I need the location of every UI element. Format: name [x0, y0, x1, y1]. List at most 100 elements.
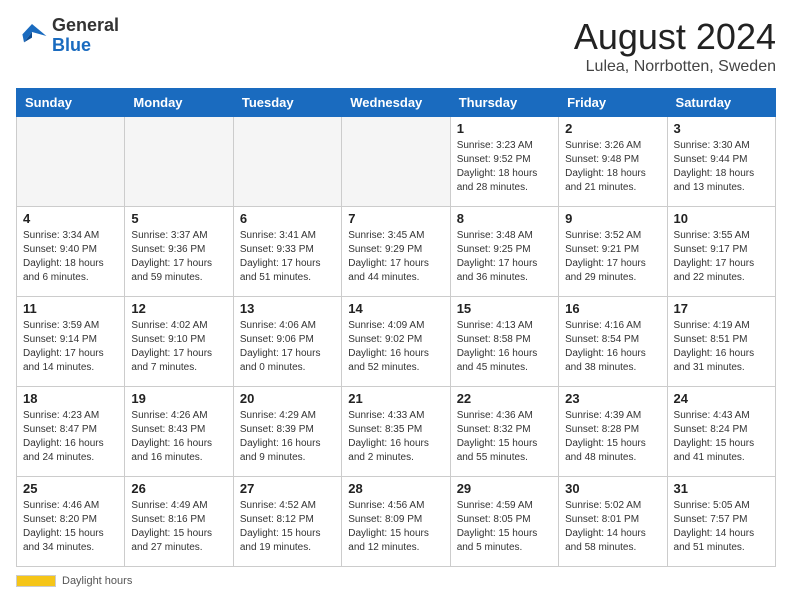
calendar-cell: 16Sunrise: 4:16 AM Sunset: 8:54 PM Dayli…	[559, 297, 667, 387]
calendar-cell: 17 Sunrise: 4:19 AM Sunset: 8:51 PM Dayli…	[667, 297, 775, 387]
header: General Blue August 2024 Lulea, Norrbott…	[16, 16, 776, 76]
day-number: 22	[457, 391, 552, 406]
calendar-cell: 21 Sunrise: 4:33 AM Sunset: 8:35 PM Dayli…	[342, 387, 450, 477]
calendar-cell: 14 Sunrise: 4:09 AM Sunset: 9:02 PM Dayli…	[342, 297, 450, 387]
calendar-cell	[17, 117, 125, 207]
calendar-cell: 9 Sunrise: 3:52 AM Sunset: 9:21 PM Daylig…	[559, 207, 667, 297]
day-info: Sunrise: 4:02 AM Sunset: 9:10 PM Dayligh…	[131, 319, 226, 375]
day-number: 10	[674, 211, 769, 226]
logo-text: General Blue	[52, 16, 119, 56]
day-number: 12	[131, 301, 226, 316]
calendar-cell	[342, 117, 450, 207]
calendar-cell: 22 Sunrise: 4:36 AM Sunset: 8:32 PM Dayli…	[450, 387, 558, 477]
calendar-cell: 23 Sunrise: 4:39 AM Sunset: 8:28 PM Dayli…	[559, 387, 667, 477]
day-number: 2	[565, 121, 660, 136]
day-number: 15	[457, 301, 552, 316]
day-number: 31	[674, 481, 769, 496]
day-number: 25	[23, 481, 118, 496]
day-info: Sunrise: 4:36 AM Sunset: 8:32 PM Dayligh…	[457, 409, 552, 465]
week-row-2: 4Sunrise: 3:34 AM Sunset: 9:40 PM Daylig…	[17, 207, 776, 297]
day-info: Sunrise: 4:49 AM Sunset: 8:16 PM Dayligh…	[131, 499, 226, 555]
day-number: 20	[240, 391, 335, 406]
day-info: Sunrise: 4:26 AM Sunset: 8:43 PM Dayligh…	[131, 409, 226, 465]
calendar-cell: 6Sunrise: 3:41 AM Sunset: 9:33 PM Daylig…	[233, 207, 341, 297]
day-info: Sunrise: 3:55 AM Sunset: 9:17 PM Dayligh…	[674, 229, 769, 285]
day-number: 11	[23, 301, 118, 316]
day-number: 17	[674, 301, 769, 316]
header-day-friday: Friday	[559, 89, 667, 117]
day-info: Sunrise: 3:37 AM Sunset: 9:36 PM Dayligh…	[131, 229, 226, 285]
week-row-5: 25 Sunrise: 4:46 AM Sunset: 8:20 PM Dayli…	[17, 477, 776, 567]
calendar-cell: 30 Sunrise: 5:02 AM Sunset: 8:01 PM Dayli…	[559, 477, 667, 567]
calendar-cell: 13Sunrise: 4:06 AM Sunset: 9:06 PM Dayli…	[233, 297, 341, 387]
day-info: Sunrise: 4:46 AM Sunset: 8:20 PM Dayligh…	[23, 499, 118, 555]
day-info: Sunrise: 4:19 AM Sunset: 8:51 PM Dayligh…	[674, 319, 769, 375]
day-info: Sunrise: 3:52 AM Sunset: 9:21 PM Dayligh…	[565, 229, 660, 285]
day-number: 14	[348, 301, 443, 316]
calendar-cell: 8Sunrise: 3:48 AM Sunset: 9:25 PM Daylig…	[450, 207, 558, 297]
footer: Daylight hours	[16, 575, 776, 587]
calendar-cell: 5Sunrise: 3:37 AM Sunset: 9:36 PM Daylig…	[125, 207, 233, 297]
header-row: SundayMondayTuesdayWednesdayThursdayFrid…	[17, 89, 776, 117]
week-row-1: 1Sunrise: 3:23 AM Sunset: 9:52 PM Daylig…	[17, 117, 776, 207]
calendar-cell: 25 Sunrise: 4:46 AM Sunset: 8:20 PM Dayli…	[17, 477, 125, 567]
calendar-cell: 11 Sunrise: 3:59 AM Sunset: 9:14 PM Dayli…	[17, 297, 125, 387]
day-number: 23	[565, 391, 660, 406]
header-day-wednesday: Wednesday	[342, 89, 450, 117]
calendar-cell: 3Sunrise: 3:30 AM Sunset: 9:44 PM Daylig…	[667, 117, 775, 207]
day-number: 30	[565, 481, 660, 496]
calendar-body: 1Sunrise: 3:23 AM Sunset: 9:52 PM Daylig…	[17, 117, 776, 567]
day-info: Sunrise: 3:26 AM Sunset: 9:48 PM Dayligh…	[565, 139, 660, 195]
calendar-cell: 26Sunrise: 4:49 AM Sunset: 8:16 PM Dayli…	[125, 477, 233, 567]
day-number: 3	[674, 121, 769, 136]
day-number: 16	[565, 301, 660, 316]
week-row-4: 18Sunrise: 4:23 AM Sunset: 8:47 PM Dayli…	[17, 387, 776, 477]
calendar-cell	[233, 117, 341, 207]
day-info: Sunrise: 4:59 AM Sunset: 8:05 PM Dayligh…	[457, 499, 552, 555]
day-info: Sunrise: 4:52 AM Sunset: 8:12 PM Dayligh…	[240, 499, 335, 555]
logo-bird-icon	[16, 20, 48, 52]
day-info: Sunrise: 3:45 AM Sunset: 9:29 PM Dayligh…	[348, 229, 443, 285]
day-number: 21	[348, 391, 443, 406]
calendar-header: SundayMondayTuesdayWednesdayThursdayFrid…	[17, 89, 776, 117]
header-day-monday: Monday	[125, 89, 233, 117]
calendar-cell: 18Sunrise: 4:23 AM Sunset: 8:47 PM Dayli…	[17, 387, 125, 477]
logo: General Blue	[16, 16, 119, 56]
calendar-table: SundayMondayTuesdayWednesdayThursdayFrid…	[16, 88, 776, 567]
day-info: Sunrise: 5:02 AM Sunset: 8:01 PM Dayligh…	[565, 499, 660, 555]
day-number: 4	[23, 211, 118, 226]
day-number: 19	[131, 391, 226, 406]
day-info: Sunrise: 4:09 AM Sunset: 9:02 PM Dayligh…	[348, 319, 443, 375]
day-info: Sunrise: 4:33 AM Sunset: 8:35 PM Dayligh…	[348, 409, 443, 465]
day-info: Sunrise: 4:39 AM Sunset: 8:28 PM Dayligh…	[565, 409, 660, 465]
calendar-cell	[125, 117, 233, 207]
day-info: Sunrise: 4:43 AM Sunset: 8:24 PM Dayligh…	[674, 409, 769, 465]
calendar-cell: 29Sunrise: 4:59 AM Sunset: 8:05 PM Dayli…	[450, 477, 558, 567]
header-day-saturday: Saturday	[667, 89, 775, 117]
day-info: Sunrise: 4:13 AM Sunset: 8:58 PM Dayligh…	[457, 319, 552, 375]
header-day-tuesday: Tuesday	[233, 89, 341, 117]
day-info: Sunrise: 3:59 AM Sunset: 9:14 PM Dayligh…	[23, 319, 118, 375]
day-number: 8	[457, 211, 552, 226]
header-day-thursday: Thursday	[450, 89, 558, 117]
calendar-cell: 31Sunrise: 5:05 AM Sunset: 7:57 PM Dayli…	[667, 477, 775, 567]
calendar-cell: 19 Sunrise: 4:26 AM Sunset: 8:43 PM Dayli…	[125, 387, 233, 477]
day-info: Sunrise: 4:29 AM Sunset: 8:39 PM Dayligh…	[240, 409, 335, 465]
day-number: 27	[240, 481, 335, 496]
day-number: 7	[348, 211, 443, 226]
month-year-title: August 2024	[574, 16, 776, 58]
day-info: Sunrise: 3:41 AM Sunset: 9:33 PM Dayligh…	[240, 229, 335, 285]
day-info: Sunrise: 3:23 AM Sunset: 9:52 PM Dayligh…	[457, 139, 552, 195]
week-row-3: 11 Sunrise: 3:59 AM Sunset: 9:14 PM Dayli…	[17, 297, 776, 387]
calendar-cell: 27 Sunrise: 4:52 AM Sunset: 8:12 PM Dayli…	[233, 477, 341, 567]
daylight-bar-icon	[16, 575, 56, 587]
day-info: Sunrise: 4:56 AM Sunset: 8:09 PM Dayligh…	[348, 499, 443, 555]
calendar-cell: 20 Sunrise: 4:29 AM Sunset: 8:39 PM Dayli…	[233, 387, 341, 477]
calendar-cell: 10 Sunrise: 3:55 AM Sunset: 9:17 PM Dayli…	[667, 207, 775, 297]
day-info: Sunrise: 4:23 AM Sunset: 8:47 PM Dayligh…	[23, 409, 118, 465]
calendar-cell: 24 Sunrise: 4:43 AM Sunset: 8:24 PM Dayli…	[667, 387, 775, 477]
day-number: 24	[674, 391, 769, 406]
day-number: 9	[565, 211, 660, 226]
calendar-cell: 28Sunrise: 4:56 AM Sunset: 8:09 PM Dayli…	[342, 477, 450, 567]
daylight-label: Daylight hours	[62, 575, 132, 587]
